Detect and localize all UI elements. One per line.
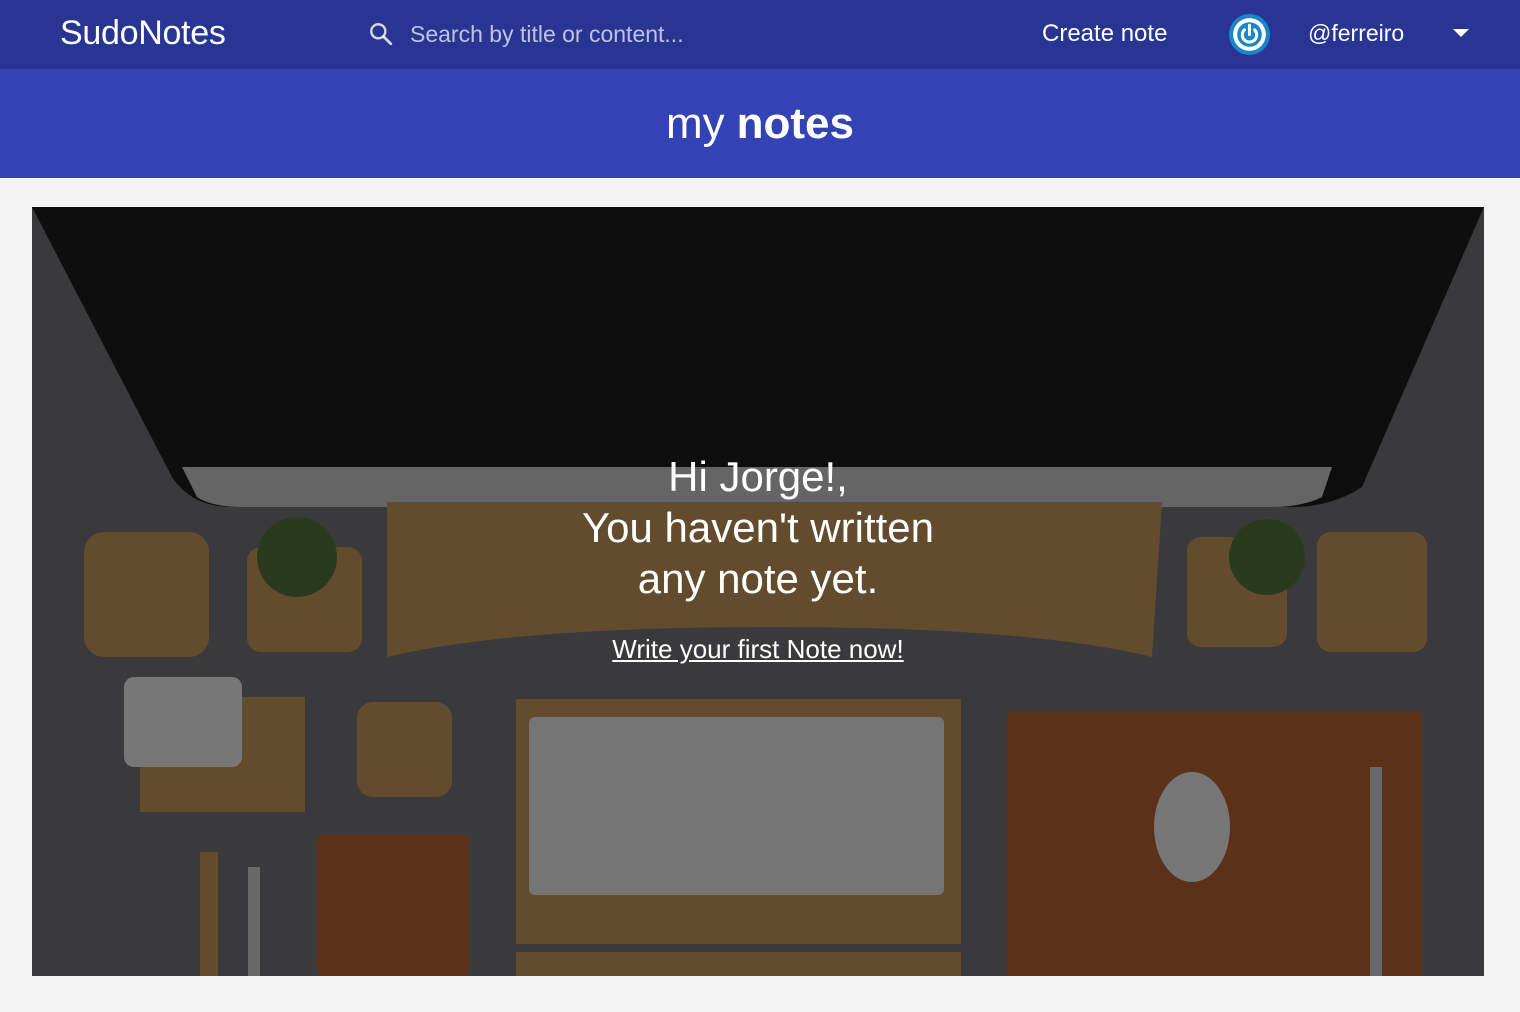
empty-text-line-2: You haven't written (581, 504, 935, 551)
empty-state-hero: Hi Jorge!, You haven't written any note … (32, 207, 1484, 976)
username-label[interactable]: @ferreiro (1308, 20, 1404, 47)
empty-text-line-3: any note yet. (637, 555, 879, 602)
create-note-button[interactable]: Create note (1042, 20, 1167, 48)
page-title-bold: notes (736, 98, 854, 148)
top-navbar: SudoNotes Create note @ferreiro (0, 0, 1520, 69)
search-bar[interactable] (368, 16, 828, 52)
write-first-note-link[interactable]: Write your first Note now! (612, 634, 903, 665)
search-input[interactable] (410, 20, 810, 48)
caret-down-icon[interactable] (1453, 29, 1469, 37)
page-title-regular: my (665, 98, 725, 148)
app-logo[interactable]: SudoNotes (60, 14, 226, 53)
search-icon (370, 23, 393, 46)
power-avatar-icon[interactable] (1229, 14, 1270, 55)
page-title-bar: my notes (0, 69, 1520, 178)
empty-state-message: Hi Jorge!, You haven't written any note … (32, 451, 1484, 665)
greeting-text: Hi Jorge!, (668, 453, 848, 500)
